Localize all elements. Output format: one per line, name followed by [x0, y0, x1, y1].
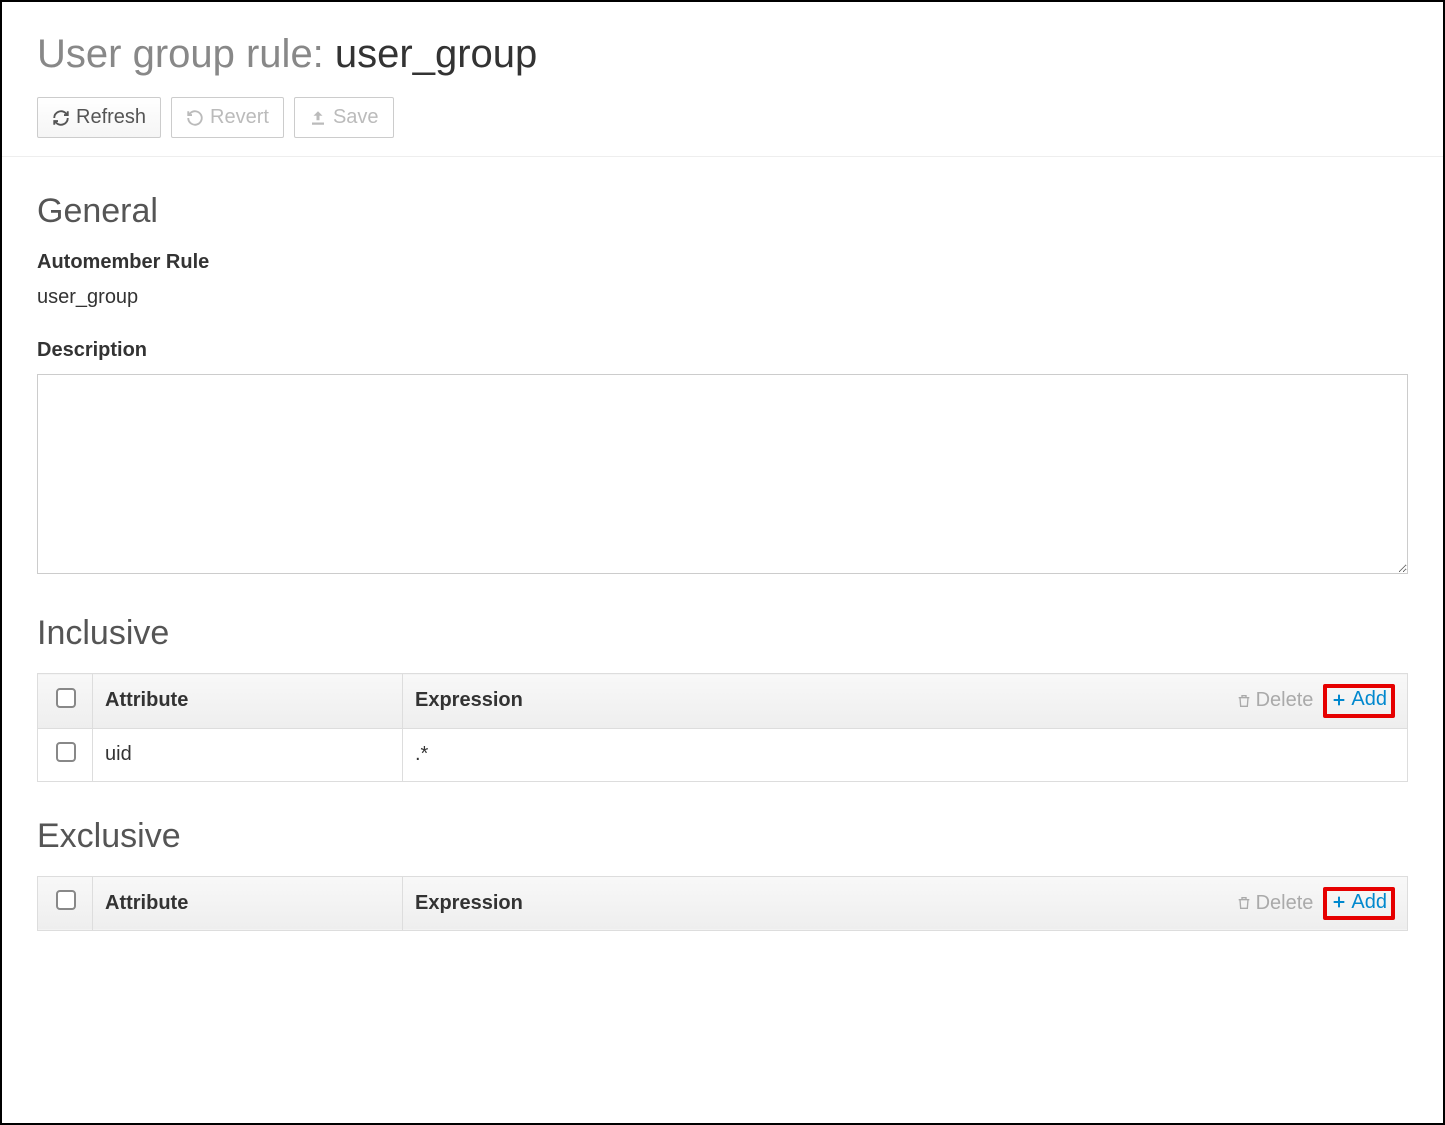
automember-value: user_group [37, 286, 1408, 309]
plus-icon [1331, 894, 1347, 910]
general-heading: General [37, 192, 1408, 231]
revert-label: Revert [210, 106, 269, 129]
inclusive-row-expression: .* [403, 728, 1408, 781]
exclusive-delete-label: Delete [1256, 892, 1314, 915]
inclusive-attribute-header: Attribute [93, 674, 403, 729]
description-label: Description [37, 339, 1408, 362]
refresh-button[interactable]: Refresh [37, 97, 161, 138]
inclusive-add-label: Add [1351, 688, 1387, 711]
refresh-icon [52, 109, 70, 127]
page-title: User group rule: user_group [37, 32, 1408, 77]
exclusive-table: Attribute Expression Delete [37, 876, 1408, 932]
save-button[interactable]: Save [294, 97, 394, 138]
description-textarea[interactable] [37, 374, 1408, 574]
inclusive-row-checkbox[interactable] [56, 742, 76, 762]
save-label: Save [333, 106, 379, 129]
revert-icon [186, 109, 204, 127]
page-title-prefix: User group rule: [37, 32, 335, 76]
trash-icon [1236, 693, 1252, 709]
exclusive-add-button[interactable]: Add [1331, 891, 1387, 914]
inclusive-delete-button[interactable]: Delete [1236, 689, 1314, 712]
exclusive-attribute-header: Attribute [93, 876, 403, 931]
table-row: uid .* [38, 728, 1408, 781]
exclusive-add-highlight: Add [1323, 887, 1395, 921]
inclusive-add-highlight: Add [1323, 684, 1395, 718]
exclusive-expression-header: Expression Delete [403, 876, 1408, 931]
revert-button[interactable]: Revert [171, 97, 284, 138]
inclusive-table: Attribute Expression Delete [37, 673, 1408, 782]
exclusive-heading: Exclusive [37, 817, 1408, 856]
inclusive-expression-label: Expression [415, 689, 1236, 712]
inclusive-delete-label: Delete [1256, 689, 1314, 712]
exclusive-delete-button[interactable]: Delete [1236, 892, 1314, 915]
plus-icon [1331, 692, 1347, 708]
inclusive-row-attribute: uid [93, 728, 403, 781]
refresh-label: Refresh [76, 106, 146, 129]
trash-icon [1236, 895, 1252, 911]
automember-label: Automember Rule [37, 251, 1408, 274]
inclusive-expression-header: Expression Delete [403, 674, 1408, 729]
upload-icon [309, 109, 327, 127]
exclusive-add-label: Add [1351, 891, 1387, 914]
inclusive-heading: Inclusive [37, 614, 1408, 653]
exclusive-select-all-checkbox[interactable] [56, 890, 76, 910]
exclusive-expression-label: Expression [415, 892, 1236, 915]
inclusive-add-button[interactable]: Add [1331, 688, 1387, 711]
page-title-name: user_group [335, 32, 537, 76]
toolbar: Refresh Revert Save [2, 97, 1443, 157]
inclusive-select-all-checkbox[interactable] [56, 688, 76, 708]
